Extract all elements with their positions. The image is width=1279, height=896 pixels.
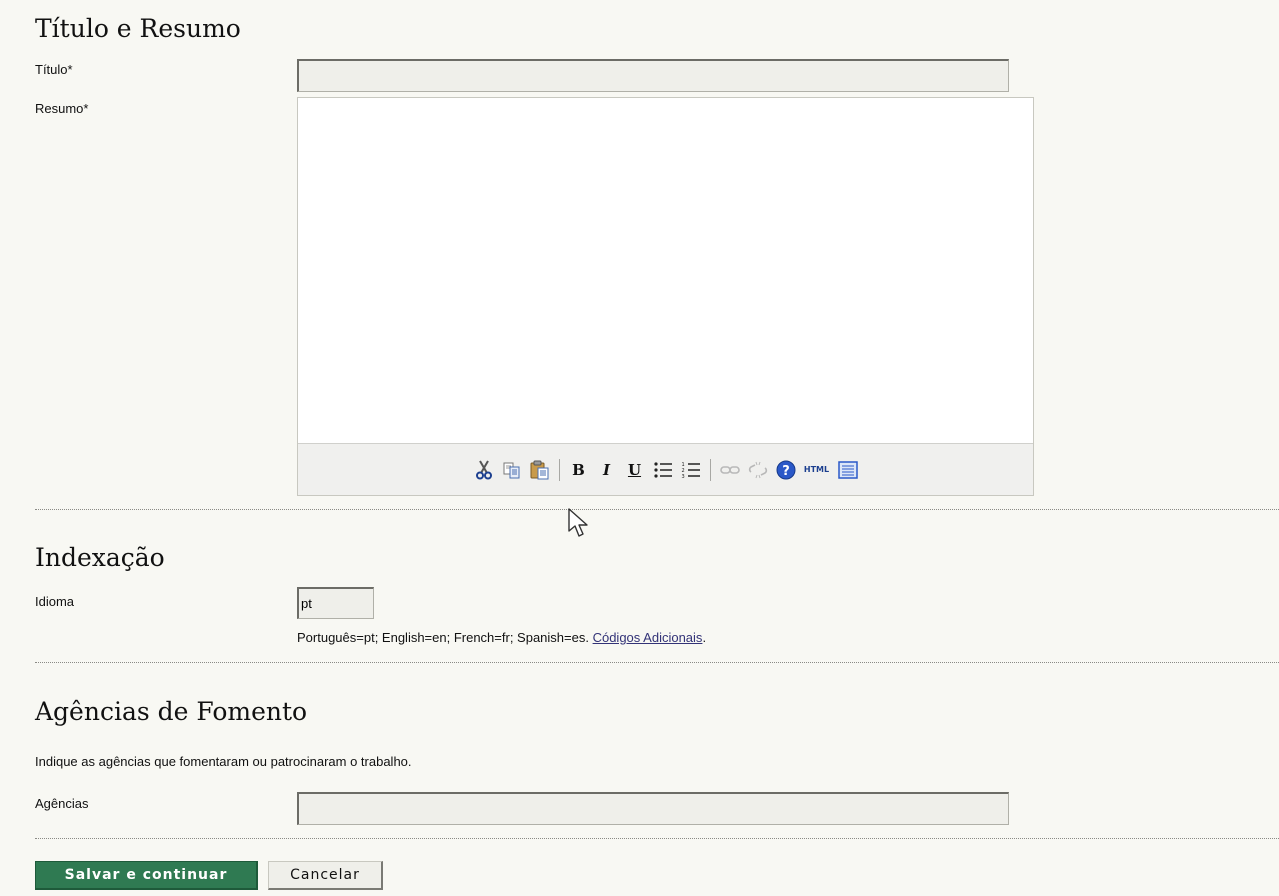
- toolbar-separator: [709, 458, 711, 481]
- bold-glyph: B: [572, 460, 585, 479]
- section-indexing-heading: Indexação: [35, 543, 165, 572]
- copy-icon[interactable]: [500, 458, 524, 482]
- cancel-button[interactable]: Cancelar: [268, 861, 383, 890]
- cut-icon[interactable]: [472, 458, 496, 482]
- html-icon[interactable]: HTML: [802, 458, 832, 482]
- paste-icon[interactable]: [528, 458, 552, 482]
- agencies-input[interactable]: [297, 792, 1009, 825]
- italic-glyph: I: [602, 460, 611, 479]
- fullscreen-icon[interactable]: [836, 458, 860, 482]
- underline-glyph: U: [627, 460, 642, 479]
- unlink-icon[interactable]: [746, 458, 770, 482]
- abstract-label: Resumo*: [35, 101, 89, 116]
- language-hint: Português=pt; English=en; French=fr; Spa…: [297, 630, 706, 645]
- save-continue-button[interactable]: Salvar e continuar: [35, 861, 258, 890]
- section-divider: [35, 662, 1279, 663]
- underline-icon[interactable]: U: [623, 458, 647, 482]
- link-icon[interactable]: [718, 458, 742, 482]
- toolbar-separator: [558, 458, 560, 481]
- agencies-label: Agências: [35, 796, 89, 811]
- section-funding-heading: Agências de Fomento: [35, 697, 308, 726]
- title-label: Título*: [35, 62, 73, 77]
- funding-description: Indique as agências que fomentaram ou pa…: [35, 754, 412, 769]
- language-input[interactable]: [297, 587, 374, 619]
- editor-toolbar: B I U 1 2 3 ? HTML: [298, 443, 1033, 495]
- help-icon[interactable]: ?: [774, 458, 798, 482]
- numbered-list-icon[interactable]: 1 2 3: [679, 458, 703, 482]
- language-hint-text: Português=pt; English=en; French=fr; Spa…: [297, 630, 593, 645]
- italic-icon[interactable]: I: [595, 458, 619, 482]
- language-hint-end: .: [702, 630, 707, 645]
- language-label: Idioma: [35, 594, 75, 609]
- section-divider: [35, 509, 1279, 510]
- svg-text:3: 3: [681, 474, 684, 479]
- abstract-textarea[interactable]: [298, 98, 1033, 443]
- abstract-editor: B I U 1 2 3 ? HTML: [297, 97, 1034, 496]
- bold-icon[interactable]: B: [567, 458, 591, 482]
- html-glyph: HTML: [803, 465, 830, 474]
- additional-codes-link[interactable]: Códigos Adicionais: [593, 630, 703, 645]
- bullet-list-icon[interactable]: [651, 458, 675, 482]
- section-title-abstract-heading: Título e Resumo: [35, 14, 241, 43]
- mouse-cursor-icon: [568, 508, 588, 537]
- section-divider: [35, 838, 1279, 839]
- svg-text:?: ?: [782, 464, 790, 479]
- title-input[interactable]: [297, 59, 1009, 92]
